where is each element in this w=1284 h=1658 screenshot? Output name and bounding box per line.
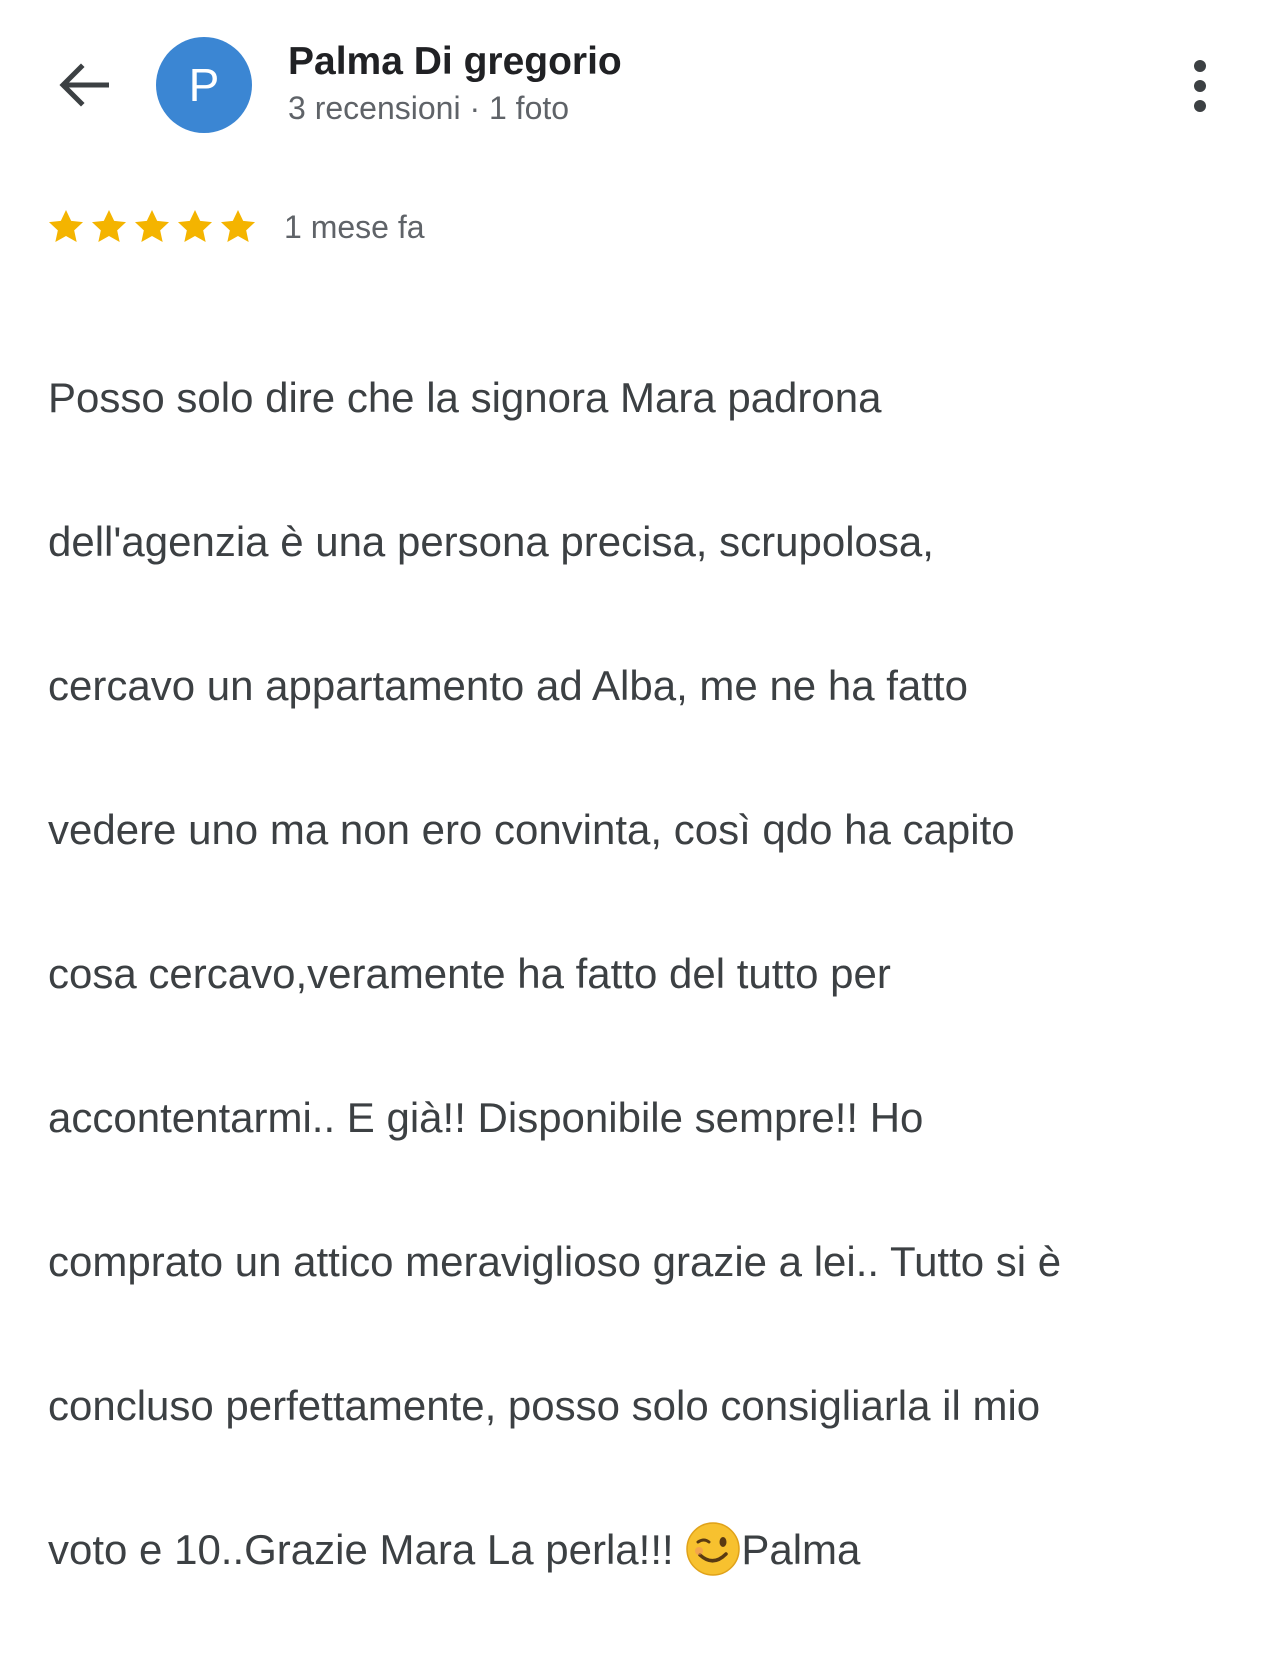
arrow-left-icon [59, 63, 109, 107]
review-line-last: voto e 10..Grazie Mara La perla!!! Palma [48, 1514, 1268, 1586]
review-line: concluso perfettamente, posso solo consi… [48, 1382, 1041, 1429]
avatar-initial: P [188, 59, 220, 111]
review-line: vedere uno ma non ero convinta, così qdo… [48, 806, 1015, 853]
star-icon [135, 210, 169, 242]
reviewer-stats: 3 recensioni · 1 foto [288, 90, 570, 126]
review-line-text: voto e 10..Grazie Mara La perla!!! [48, 1526, 686, 1573]
review-line: comprato un attico meraviglioso grazie a… [48, 1238, 1062, 1285]
back-button[interactable] [52, 56, 114, 114]
star-icon [49, 210, 83, 242]
star-icon [178, 210, 212, 242]
star-rating [46, 207, 258, 247]
review-date: 1 mese fa [284, 208, 425, 245]
review-line: cosa cercavo,veramente ha fatto del tutt… [48, 950, 891, 997]
rating-row: 1 mese fa [46, 204, 425, 250]
reviewer-header: P Palma Di gregorio 3 recensioni · 1 fot… [0, 0, 1284, 170]
star-icon [92, 210, 126, 242]
reviewer-name[interactable]: Palma Di gregorio [288, 40, 622, 84]
review-signature: Palma [741, 1526, 861, 1573]
review-line: accontentarmi.. E già!! Disponibile semp… [48, 1094, 924, 1141]
star-icon [221, 210, 255, 242]
review-line: cercavo un appartamento ad Alba, me ne h… [48, 662, 968, 709]
review-line: dell'agenzia è una persona precisa, scru… [48, 518, 934, 565]
review-line: Posso solo dire che la signora Mara padr… [48, 374, 882, 421]
winking-face-emoji [686, 1522, 741, 1576]
review-text: Posso solo dire che la signora Mara padr… [48, 290, 1268, 1658]
more-options-button[interactable] [1176, 54, 1224, 118]
avatar[interactable]: P [156, 37, 252, 133]
